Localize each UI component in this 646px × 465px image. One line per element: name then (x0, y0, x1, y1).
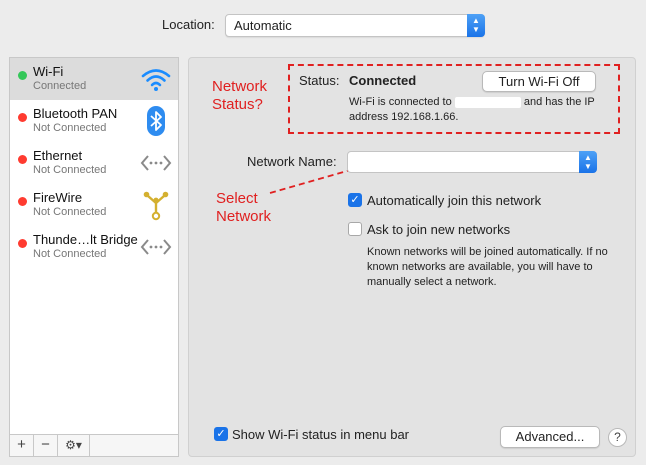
auto-join-label: Automatically join this network (367, 193, 542, 208)
chevron-updown-icon: ▲ ▼ (467, 14, 485, 37)
annotation-line: Network (212, 78, 268, 95)
bluetooth-icon (147, 106, 165, 136)
remove-service-button[interactable]: − (34, 435, 58, 456)
service-list[interactable]: Wi-Fi Connected Bluetooth PAN Not Connec… (9, 57, 179, 457)
add-service-button[interactable]: + (10, 435, 34, 456)
wifi-icon (141, 69, 171, 91)
chevron-updown-icon: ▲ ▼ (579, 151, 597, 173)
service-status: Not Connected (33, 206, 107, 218)
status-dot-green-icon (18, 71, 27, 80)
sidebar-toolbar: + − ⚙▾ (10, 434, 178, 456)
status-desc-before: Wi-Fi is connected to (349, 96, 452, 108)
service-item-firewire[interactable]: FireWire Not Connected (10, 184, 178, 226)
service-name: Thunde…lt Bridge (33, 232, 138, 247)
status-dot-red-icon (18, 155, 27, 164)
service-name: Wi-Fi (33, 64, 64, 79)
gear-icon[interactable]: ⚙▾ (58, 435, 90, 456)
service-item-ethernet[interactable]: Ethernet Not Connected (10, 142, 178, 184)
service-item-wifi[interactable]: Wi-Fi Connected (10, 58, 178, 100)
ask-join-checkbox[interactable] (348, 222, 362, 236)
location-label: Location: (162, 17, 215, 32)
service-status: Not Connected (33, 122, 107, 134)
status-dot-red-icon (18, 239, 27, 248)
ask-join-label: Ask to join new networks (367, 222, 511, 237)
service-item-bluetooth-pan[interactable]: Bluetooth PAN Not Connected (10, 100, 178, 142)
status-value: Connected (349, 73, 417, 88)
firewire-icon (143, 191, 169, 221)
auto-join-checkbox[interactable]: ✓ (348, 193, 362, 207)
status-description: Wi-Fi is connected to and has the IP add… (349, 95, 599, 125)
service-name: Bluetooth PAN (33, 106, 118, 121)
service-name: Ethernet (33, 148, 83, 163)
annotation-line: Status? (212, 96, 263, 113)
annotation-line: Network (216, 208, 272, 225)
network-status-annotation: Network Status? (212, 78, 267, 114)
ask-join-description: Known networks will be joined automatica… (367, 246, 608, 288)
service-item-thunderbolt-bridge[interactable]: Thunde…lt Bridge Not Connected (10, 226, 178, 268)
help-button[interactable]: ? (608, 428, 627, 447)
redacted-network-name (454, 96, 521, 108)
advanced-button[interactable]: Advanced... (500, 426, 600, 448)
status-dot-red-icon (18, 113, 27, 122)
show-wifi-status-label: Show Wi-Fi status in menu bar (232, 427, 410, 442)
service-status: Not Connected (33, 164, 107, 176)
status-dot-red-icon (18, 197, 27, 206)
location-select[interactable]: Automatic ▲ ▼ (225, 14, 485, 37)
thunderbolt-bridge-icon (140, 239, 172, 255)
status-label: Status: (299, 73, 340, 88)
service-status: Connected (33, 80, 87, 92)
location-value: Automatic (234, 18, 292, 33)
service-status: Not Connected (33, 248, 107, 260)
service-name: FireWire (33, 190, 83, 205)
ethernet-icon (140, 155, 172, 171)
network-name-select[interactable]: ▲ ▼ (347, 151, 597, 173)
turn-wifi-off-button[interactable]: Turn Wi-Fi Off (482, 71, 596, 92)
show-wifi-status-checkbox[interactable]: ✓ (214, 427, 228, 441)
network-name-label: Network Name: (247, 154, 337, 169)
